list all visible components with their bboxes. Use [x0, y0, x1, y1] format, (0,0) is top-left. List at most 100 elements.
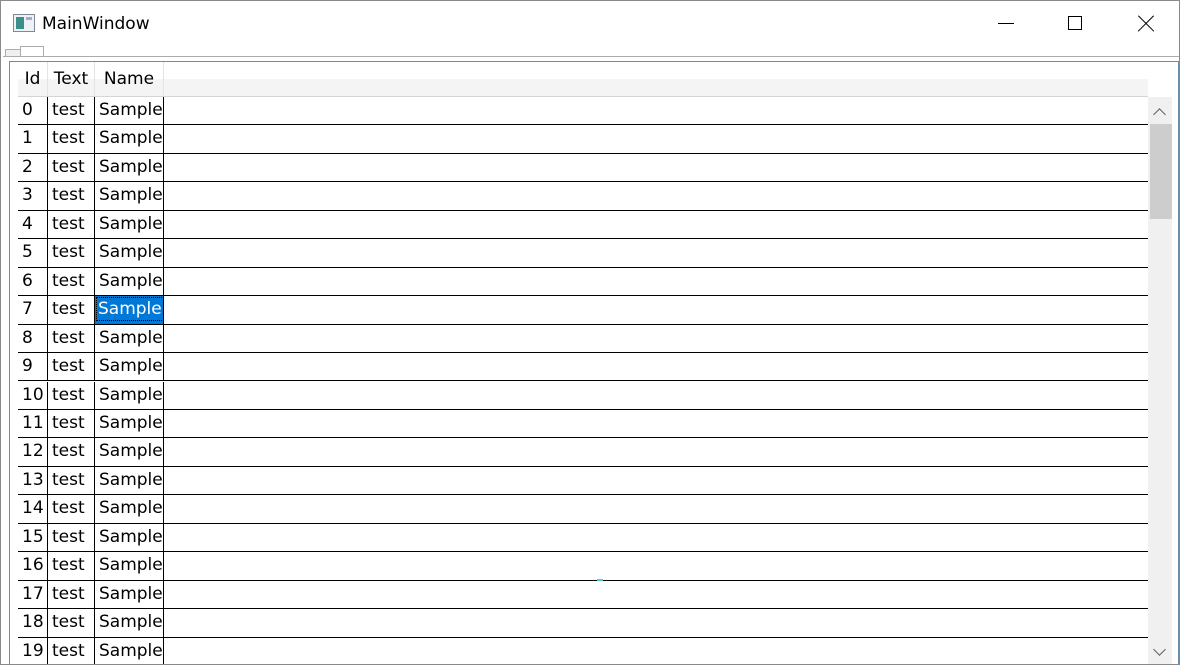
- cell-id[interactable]: 16: [18, 552, 48, 580]
- table-row[interactable]: 9 test Sample: [18, 353, 1148, 382]
- app-window-icon[interactable]: [13, 14, 35, 32]
- cell-name[interactable]: Sample: [95, 609, 164, 637]
- cell-text[interactable]: test: [48, 324, 95, 353]
- cell-text[interactable]: test: [48, 580, 95, 609]
- table-row[interactable]: 12 test Sample: [18, 438, 1148, 467]
- cell-text[interactable]: test: [48, 409, 95, 438]
- cell-id[interactable]: 6: [18, 267, 48, 296]
- column-header-row: Id Text Name: [18, 62, 1148, 97]
- cell-name[interactable]: Sample: [95, 637, 164, 664]
- table-row[interactable]: 3 test Sample: [18, 182, 1148, 211]
- cell-text[interactable]: test: [48, 296, 95, 324]
- cell-id[interactable]: 14: [18, 495, 48, 523]
- cell-name[interactable]: Sample: [95, 324, 164, 353]
- cell-text[interactable]: test: [48, 153, 95, 182]
- cell-name[interactable]: Sample: [95, 210, 164, 239]
- table-row[interactable]: 6 test Sample: [18, 267, 1148, 297]
- table-row[interactable]: 2 test Sample: [18, 153, 1148, 183]
- cell-id[interactable]: 2: [18, 153, 48, 182]
- table-row[interactable]: 10 test Sample: [18, 381, 1148, 410]
- cell-name[interactable]: Sample: [95, 466, 164, 495]
- chevron-down-icon: [1153, 643, 1166, 656]
- close-icon: [1137, 15, 1155, 33]
- cell-name[interactable]: Sample: [95, 523, 164, 552]
- cell-id[interactable]: 1: [18, 125, 48, 153]
- cell-text[interactable]: test: [48, 609, 95, 637]
- cell-id[interactable]: 9: [18, 353, 48, 381]
- tab-content-panel: Id Text Name 0 test Sample 1 test Sample 2 test…: [3, 56, 1179, 664]
- cell-text[interactable]: test: [48, 125, 95, 153]
- cell-text[interactable]: test: [48, 523, 95, 552]
- scrollbar-thumb[interactable]: [1150, 124, 1172, 219]
- cell-id[interactable]: 11: [18, 409, 48, 438]
- maximize-button[interactable]: [1041, 1, 1111, 47]
- cell-name[interactable]: Sample: [95, 153, 164, 182]
- minimize-button[interactable]: [971, 1, 1041, 47]
- cell-text[interactable]: test: [48, 495, 95, 523]
- cell-text[interactable]: test: [48, 267, 95, 296]
- cell-name[interactable]: Sample: [95, 438, 164, 466]
- table-row[interactable]: 18 test Sample: [18, 609, 1148, 638]
- cell-name[interactable]: Sample: [95, 409, 164, 438]
- scroll-down-button[interactable]: [1148, 639, 1172, 664]
- cell-name[interactable]: Sample: [95, 495, 164, 523]
- close-button[interactable]: [1111, 1, 1179, 47]
- cell-text[interactable]: test: [48, 210, 95, 239]
- cell-name[interactable]: Sample: [95, 353, 164, 381]
- table-row[interactable]: 1 test Sample: [18, 125, 1148, 154]
- cell-text[interactable]: test: [48, 239, 95, 267]
- cell-name[interactable]: Sample: [95, 552, 164, 580]
- chevron-up-icon: [1153, 108, 1166, 121]
- cell-id[interactable]: 13: [18, 466, 48, 495]
- cell-text[interactable]: test: [48, 381, 95, 409]
- table-row[interactable]: 4 test Sample: [18, 210, 1148, 240]
- cell-id[interactable]: 10: [18, 381, 48, 409]
- cell-name[interactable]: Sample: [95, 239, 164, 267]
- cell-value: Sample: [96, 297, 163, 322]
- data-grid[interactable]: Id Text Name 0 test Sample 1 test Sample 2 test…: [9, 61, 1179, 664]
- column-header-text[interactable]: Text: [48, 62, 95, 96]
- cell-name[interactable]: Sample: [95, 182, 164, 210]
- cell-text[interactable]: test: [48, 182, 95, 210]
- cell-id[interactable]: 4: [18, 210, 48, 239]
- cell-name[interactable]: Sample: [95, 125, 164, 153]
- cell-id[interactable]: 5: [18, 239, 48, 267]
- cell-name[interactable]: Sample: [95, 580, 164, 609]
- cell-id[interactable]: 15: [18, 523, 48, 552]
- cell-id[interactable]: 19: [18, 637, 48, 664]
- table-row[interactable]: 16 test Sample: [18, 552, 1148, 581]
- cell-name[interactable]: Sample: [95, 267, 164, 296]
- cell-id[interactable]: 3: [18, 182, 48, 210]
- cell-text[interactable]: test: [48, 637, 95, 664]
- table-row[interactable]: 14 test Sample: [18, 495, 1148, 524]
- cell-id[interactable]: 8: [18, 324, 48, 353]
- table-row[interactable]: 17 test Sample: [18, 580, 1148, 610]
- column-header-id[interactable]: Id: [18, 62, 48, 96]
- title-bar[interactable]: MainWindow: [1, 1, 1179, 47]
- cell-id[interactable]: 0: [18, 97, 48, 125]
- cell-id[interactable]: 12: [18, 438, 48, 466]
- cell-text[interactable]: test: [48, 97, 95, 125]
- cell-text[interactable]: test: [48, 353, 95, 381]
- table-row[interactable]: 5 test Sample: [18, 239, 1148, 268]
- minimize-icon: [998, 23, 1014, 24]
- cell-id[interactable]: 18: [18, 609, 48, 637]
- table-row[interactable]: 0 test Sample: [18, 97, 1148, 126]
- cell-name[interactable]: Sample: [95, 381, 164, 409]
- cell-id[interactable]: 7: [18, 296, 48, 324]
- table-row[interactable]: 11 test Sample: [18, 409, 1148, 439]
- cell-text[interactable]: test: [48, 438, 95, 466]
- table-row[interactable]: 19 test Sample: [18, 637, 1148, 664]
- cell-text[interactable]: test: [48, 466, 95, 495]
- column-header-name[interactable]: Name: [95, 62, 164, 96]
- scroll-up-button[interactable]: [1148, 97, 1172, 124]
- table-row[interactable]: 8 test Sample: [18, 324, 1148, 354]
- vertical-scrollbar[interactable]: [1148, 97, 1172, 664]
- cell-name[interactable]: Sample: [95, 97, 164, 125]
- table-row[interactable]: 7 test Sample: [18, 296, 1148, 325]
- cell-text[interactable]: test: [48, 552, 95, 580]
- table-row[interactable]: 13 test Sample: [18, 466, 1148, 496]
- cell-id[interactable]: 17: [18, 580, 48, 609]
- cell-name-selected[interactable]: Sample: [95, 296, 164, 324]
- table-row[interactable]: 15 test Sample: [18, 523, 1148, 553]
